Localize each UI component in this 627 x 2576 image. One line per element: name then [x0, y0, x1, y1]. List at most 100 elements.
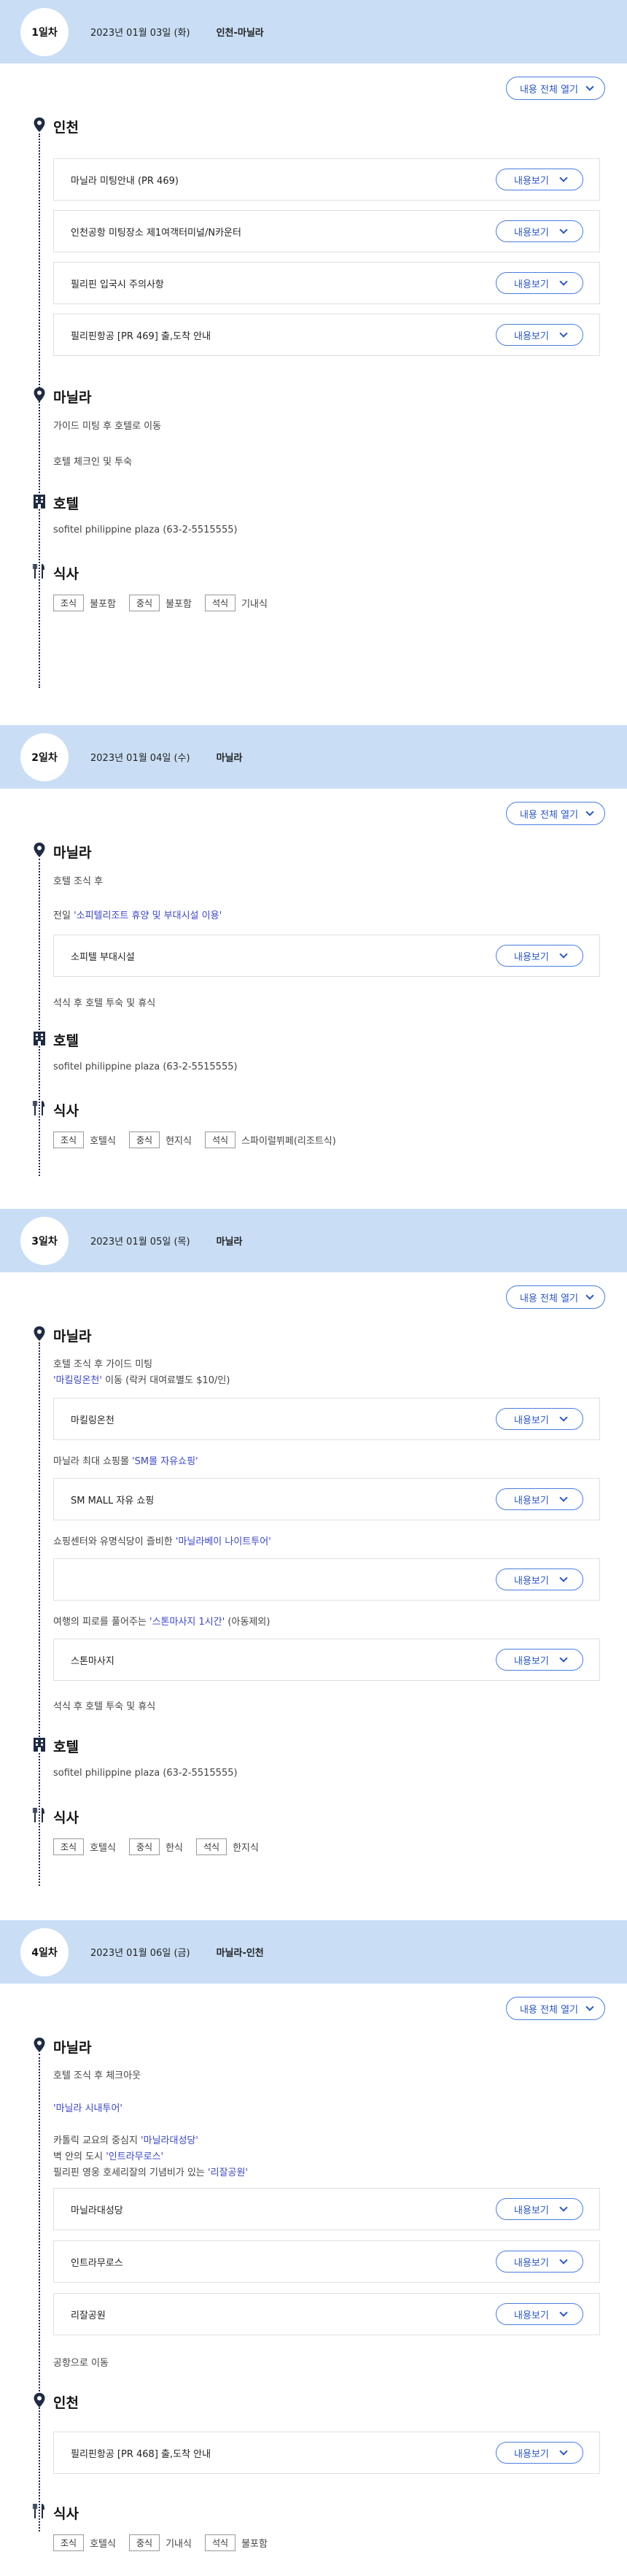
- chevron-down-icon: [559, 329, 568, 338]
- itinerary-card: SM MALL 자유 쇼핑 내용보기: [53, 1478, 600, 1520]
- meal-tag-breakfast: 조식: [53, 595, 85, 611]
- meal-tag-lunch: 중식: [128, 2534, 160, 2551]
- view-details-button[interactable]: 내용보기: [496, 324, 583, 346]
- location-pin-icon: [34, 2038, 45, 2052]
- day-date: 2023년 01월 03일 (화): [90, 28, 190, 39]
- view-details-button[interactable]: 내용보기: [496, 1408, 583, 1430]
- timeline-line: [39, 134, 40, 688]
- view-details-button[interactable]: 내용보기: [496, 1569, 583, 1590]
- hotel-info: sofitel philippine plaza (63-2-5515555): [53, 1061, 238, 1072]
- chevron-down-icon: [559, 277, 568, 286]
- view-details-button[interactable]: 내용보기: [496, 1488, 583, 1510]
- chevron-down-icon: [585, 1291, 594, 1300]
- view-details-button[interactable]: 내용보기: [496, 2251, 583, 2273]
- schedule-text: 석식 후 호텔 투숙 및 휴식: [53, 998, 156, 1009]
- chevron-down-icon: [559, 2203, 568, 2212]
- day-body: 내용 전체 열기 마닐라 호텔 조식 후 체크아웃 '마닐라 시내투어' 카톨릭…: [0, 1984, 627, 2573]
- meals-row: 조식 호텔식 중식 한식 석식 한지식: [53, 1838, 272, 1855]
- section-title-city: 마닐라: [53, 390, 92, 406]
- meal-tag-lunch: 중식: [128, 595, 160, 611]
- meal-tag-dinner: 석식: [196, 1838, 227, 1855]
- meal-tag-dinner: 석식: [204, 595, 236, 611]
- schedule-text: '마킬링온천' 이동 (락커 대여료별도 $10/인): [53, 1375, 230, 1386]
- chevron-down-icon: [585, 2003, 594, 2011]
- hotel-icon: [34, 1738, 45, 1752]
- view-details-button[interactable]: 내용보기: [496, 945, 583, 967]
- chevron-down-icon: [585, 82, 594, 91]
- day-badge: 1일차: [20, 7, 69, 56]
- schedule-text: 필리핀 영웅 호세리잘의 기념비가 있는 '리잘공원': [53, 2167, 249, 2178]
- meal-tag-breakfast: 조식: [53, 2534, 85, 2551]
- meal-value: 호텔식: [90, 1136, 116, 1147]
- meal-tag-lunch: 중식: [128, 1838, 160, 1855]
- hotel-info: sofitel philippine plaza (63-2-5515555): [53, 1768, 238, 1779]
- view-details-button[interactable]: 내용보기: [496, 220, 583, 242]
- itinerary-card: 마킬링온천 내용보기: [53, 1398, 600, 1440]
- expand-all-button[interactable]: 내용 전체 열기: [505, 77, 605, 100]
- day-header: 2일차 2023년 01월 04일 (수) 마닐라: [0, 725, 627, 789]
- section-title-meal: 식사: [53, 1103, 79, 1119]
- view-details-button[interactable]: 내용보기: [496, 1649, 583, 1671]
- meal-tag-dinner: 석식: [204, 2534, 236, 2551]
- itinerary-card: 스톤마사지 내용보기: [53, 1639, 600, 1681]
- meal-value: 한지식: [233, 1843, 259, 1854]
- meal-tag-dinner: 석식: [204, 1132, 236, 1148]
- expand-all-button[interactable]: 내용 전체 열기: [505, 802, 605, 825]
- section-title-hotel: 호텔: [53, 1033, 79, 1049]
- view-details-button[interactable]: 내용보기: [496, 169, 583, 190]
- section-title-meal: 식사: [53, 1810, 79, 1826]
- day-date: 2023년 01월 06일 (금): [90, 1948, 190, 1959]
- view-details-button[interactable]: 내용보기: [496, 272, 583, 294]
- utensils-icon: [33, 1101, 44, 1115]
- section-title-hotel: 호텔: [53, 496, 79, 512]
- view-details-button[interactable]: 내용보기: [496, 2198, 583, 2220]
- schedule-text: 쇼핑센터와 유명식당이 즐비한 '마닐라베이 나이트투어': [53, 1536, 271, 1547]
- day-header: 3일차 2023년 01월 05일 (목) 마닐라: [0, 1209, 627, 1272]
- day-date: 2023년 01월 04일 (수): [90, 753, 190, 764]
- itinerary-card: 내용보기: [53, 1558, 600, 1601]
- meal-value: 한식: [165, 1843, 183, 1854]
- day-route: 마닐라: [216, 753, 243, 764]
- chevron-down-icon: [559, 2447, 568, 2456]
- location-pin-icon: [34, 387, 45, 402]
- timeline-line: [39, 859, 40, 1176]
- expand-all-button[interactable]: 내용 전체 열기: [505, 1285, 605, 1309]
- chevron-down-icon: [559, 950, 568, 959]
- schedule-text: '마닐라 시내투어': [53, 2103, 122, 2114]
- hotel-icon: [34, 495, 45, 508]
- section-title-city: 인천: [53, 120, 79, 136]
- day-body: 내용 전체 열기 인천 마닐라 미팅안내 (PR 469) 내용보기 인천공항 미…: [0, 63, 627, 725]
- location-pin-icon: [34, 1326, 45, 1341]
- day-badge: 2일차: [20, 732, 69, 781]
- meals-row: 조식 불포함 중식 불포함 석식 기내식: [53, 595, 281, 611]
- day-route: 인천-마닐라: [216, 28, 264, 39]
- view-details-button[interactable]: 내용보기: [496, 2303, 583, 2325]
- schedule-text: 전일 '소피텔리조트 휴양 및 부대시설 이용': [53, 910, 222, 921]
- day-body: 내용 전체 열기 마닐라 호텔 조식 후 가이드 미팅 '마킬링온천' 이동 (…: [0, 1272, 627, 1920]
- meal-value: 스파이럴뷔페(리조트식): [241, 1136, 336, 1147]
- schedule-text: 가이드 미팅 후 호텔로 이동: [53, 421, 162, 432]
- meal-value: 불포함: [241, 2539, 268, 2550]
- meal-value: 기내식: [241, 599, 268, 610]
- meals-row: 조식 호텔식 중식 현지식 석식 스파이럴뷔페(리조트식): [53, 1132, 349, 1148]
- chevron-down-icon: [559, 1413, 568, 1422]
- schedule-text: 호텔 조식 후: [53, 876, 104, 887]
- section-title-city: 마닐라: [53, 2040, 92, 2056]
- meal-tag-breakfast: 조식: [53, 1132, 85, 1148]
- view-details-button[interactable]: 내용보기: [496, 2442, 583, 2464]
- section-title-hotel: 호텔: [53, 1739, 79, 1755]
- schedule-text: 여행의 피로를 풀어주는 '스톤마사지 1시간' (아동제외): [53, 1617, 270, 1628]
- location-pin-icon: [34, 117, 45, 132]
- utensils-icon: [33, 2504, 44, 2518]
- day-header: 4일차 2023년 01월 06일 (금) 마닐라-인천: [0, 1920, 627, 1984]
- location-pin-icon: [34, 843, 45, 857]
- meal-tag-lunch: 중식: [128, 1132, 160, 1148]
- day-badge: 4일차: [20, 1927, 69, 1976]
- expand-all-button[interactable]: 내용 전체 열기: [505, 1997, 605, 2020]
- chevron-down-icon: [585, 808, 594, 816]
- meals-row: 조식 호텔식 중식 기내식 석식 불포함: [53, 2534, 281, 2551]
- itinerary-card: 필리핀항공 [PR 468] 출,도착 안내 내용보기: [53, 2432, 600, 2474]
- chevron-down-icon: [559, 1493, 568, 1502]
- itinerary-card: 인천공항 미팅장소 제1여객터미널/N카운터 내용보기: [53, 210, 600, 252]
- hotel-icon: [34, 1032, 45, 1045]
